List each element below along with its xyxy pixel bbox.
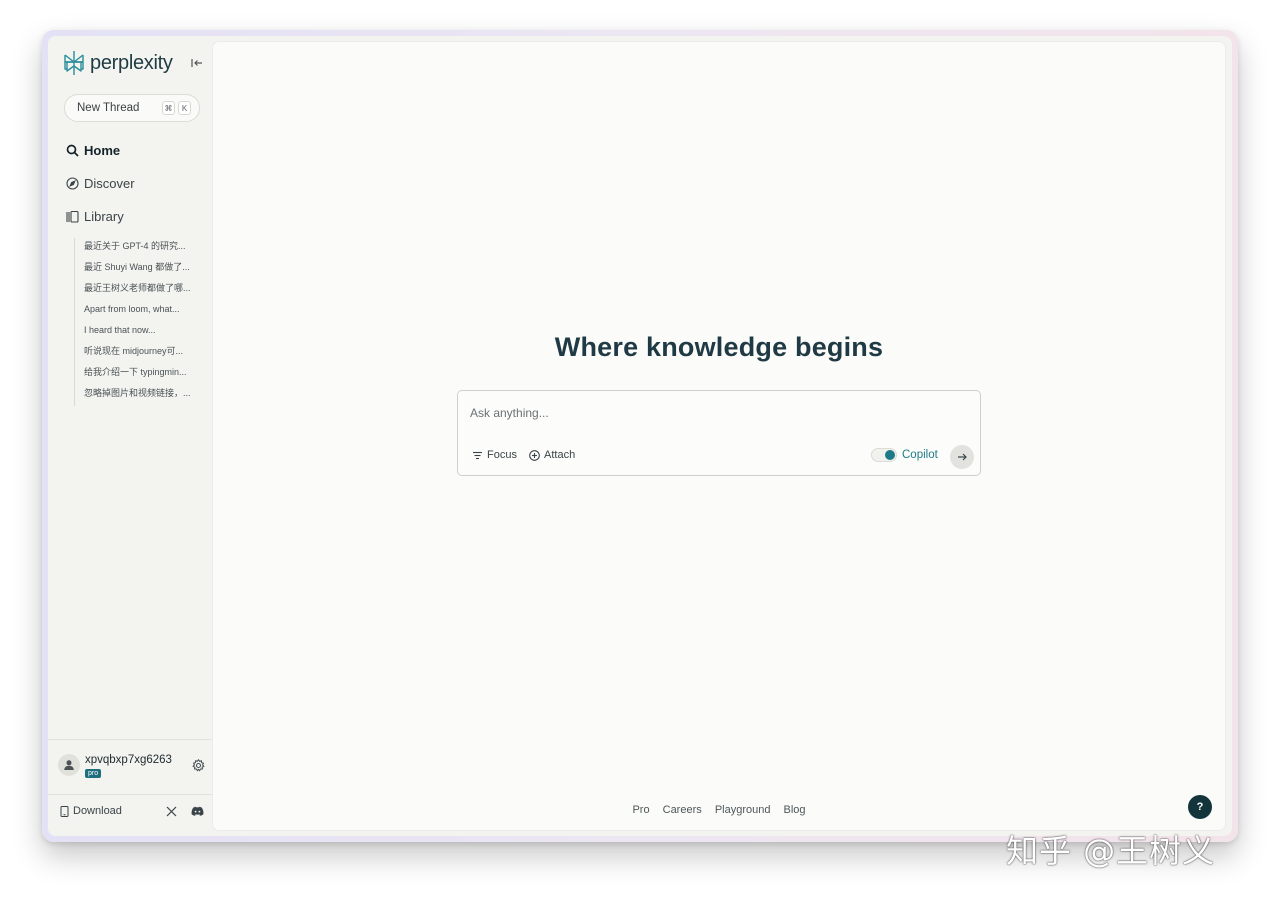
focus-button[interactable]: Focus xyxy=(472,449,517,461)
nav-library-label: Library xyxy=(84,209,124,224)
new-thread-button[interactable]: New Thread ⌘ K xyxy=(64,94,200,122)
new-thread-label: New Thread xyxy=(77,102,140,114)
filter-icon xyxy=(473,451,482,459)
collapse-sidebar-icon[interactable] xyxy=(190,56,204,70)
library-item[interactable]: 最近王树义老师都做了哪... xyxy=(84,280,204,301)
gear-icon[interactable] xyxy=(192,759,205,772)
toggle-knob xyxy=(885,450,895,460)
watermark: 知乎 @王树义 xyxy=(1006,832,1216,870)
attach-label: Attach xyxy=(544,449,576,461)
nav-home[interactable]: Home xyxy=(66,143,120,158)
library-icon xyxy=(66,210,79,223)
footer-link-careers[interactable]: Careers xyxy=(663,804,702,816)
k-key: K xyxy=(178,101,191,115)
nav-discover-label: Discover xyxy=(84,176,135,191)
footer-links: Pro Careers Playground Blog xyxy=(213,804,1225,816)
user-icon xyxy=(64,760,74,770)
main-content: Where knowledge begins Focus Attach xyxy=(213,42,1225,830)
sidebar-divider xyxy=(48,739,212,740)
cmd-key: ⌘ xyxy=(162,101,175,115)
copilot-label: Copilot xyxy=(902,449,938,461)
focus-label: Focus xyxy=(487,449,517,461)
download-label: Download xyxy=(73,805,122,817)
logo-text: perplexity xyxy=(90,51,173,74)
perplexity-logo-icon xyxy=(64,51,84,75)
download-button[interactable]: Download xyxy=(60,805,122,817)
library-item[interactable]: 忽略掉图片和视频链接，... xyxy=(84,385,204,406)
submit-button[interactable] xyxy=(950,445,974,469)
page-title: Where knowledge begins xyxy=(554,332,884,362)
app-window: perplexity New Thread ⌘ K Home Discover … xyxy=(48,36,1232,836)
footer-link-blog[interactable]: Blog xyxy=(784,804,806,816)
ask-box: Focus Attach Copilot xyxy=(457,390,981,476)
footer-link-playground[interactable]: Playground xyxy=(715,804,771,816)
library-thread-list: 最近关于 GPT-4 的研究... 最近 Shuyi Wang 都做了... 最… xyxy=(74,238,204,406)
shortcut-hint: ⌘ K xyxy=(162,101,191,115)
compass-icon xyxy=(66,177,79,190)
attach-button[interactable]: Attach xyxy=(529,449,575,461)
user-profile[interactable]: xpvqbxp7xg6263 pro xyxy=(58,752,208,784)
toggle-switch[interactable] xyxy=(871,448,897,462)
library-item[interactable]: I heard that now... xyxy=(84,322,204,343)
library-item[interactable]: 听说现在 midjourney可... xyxy=(84,343,204,364)
library-item[interactable]: Apart from loom, what... xyxy=(84,301,204,322)
username: xpvqbxp7xg6263 xyxy=(85,754,172,766)
sidebar: perplexity New Thread ⌘ K Home Discover … xyxy=(48,36,212,836)
library-item[interactable]: 最近关于 GPT-4 的研究... xyxy=(84,238,204,259)
nav-library[interactable]: Library xyxy=(66,209,124,224)
footer-link-pro[interactable]: Pro xyxy=(632,804,649,816)
nav-home-label: Home xyxy=(84,143,121,158)
discord-icon[interactable] xyxy=(191,806,204,817)
nav-discover[interactable]: Discover xyxy=(66,176,135,191)
phone-icon xyxy=(60,805,69,817)
ask-input[interactable] xyxy=(470,403,960,423)
copilot-toggle[interactable]: Copilot xyxy=(871,448,938,462)
plus-circle-icon xyxy=(529,449,540,461)
sidebar-divider xyxy=(48,794,212,795)
avatar xyxy=(58,754,80,776)
x-twitter-icon[interactable] xyxy=(166,806,177,817)
library-item[interactable]: 最近 Shuyi Wang 都做了... xyxy=(84,259,204,280)
pro-badge: pro xyxy=(85,769,102,778)
library-item[interactable]: 给我介绍一下 typingmin... xyxy=(84,364,204,385)
arrow-right-icon xyxy=(958,453,967,461)
logo[interactable]: perplexity xyxy=(62,50,173,76)
help-button[interactable]: ? xyxy=(1188,795,1212,819)
search-icon xyxy=(66,144,79,157)
